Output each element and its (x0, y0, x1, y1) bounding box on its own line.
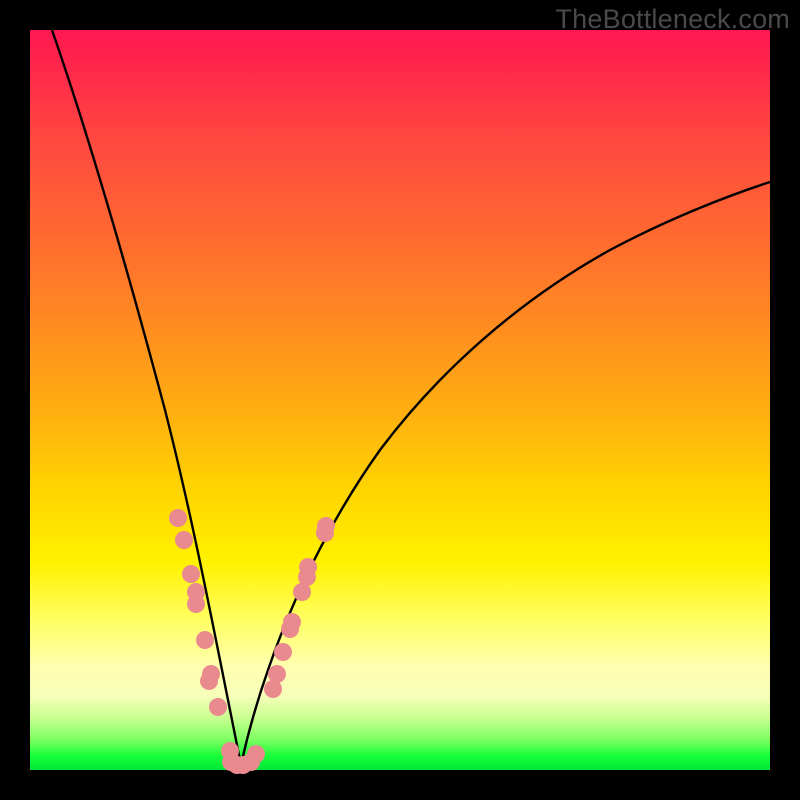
plot-area (30, 30, 770, 770)
watermark-text: TheBottleneck.com (555, 4, 790, 35)
curve-right-branch (241, 182, 770, 765)
curve-layer (52, 30, 770, 765)
chart-svg (30, 30, 770, 770)
chart-frame: TheBottleneck.com (0, 0, 800, 800)
curve-left-branch (52, 30, 241, 765)
scatter-left (169, 509, 239, 760)
scatter-right (264, 517, 335, 698)
